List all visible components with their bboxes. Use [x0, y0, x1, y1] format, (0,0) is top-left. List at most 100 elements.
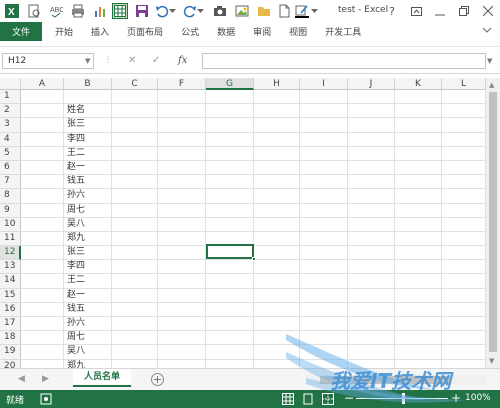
cell[interactable] — [442, 231, 486, 247]
cell[interactable]: 郑九 — [64, 359, 112, 368]
cell[interactable]: 赵一 — [64, 288, 112, 303]
cell[interactable] — [254, 90, 300, 105]
column-header[interactable]: L — [442, 78, 486, 90]
cell[interactable] — [348, 231, 395, 247]
cell[interactable] — [158, 246, 206, 261]
cell[interactable] — [112, 175, 158, 190]
cell[interactable] — [206, 246, 254, 261]
cell[interactable] — [112, 260, 158, 275]
cell[interactable] — [348, 160, 395, 176]
border-draw-icon[interactable] — [294, 3, 310, 19]
cell[interactable]: 李四 — [64, 260, 112, 275]
cell[interactable] — [206, 146, 254, 161]
expand-formula-bar-icon[interactable]: ▼ — [487, 57, 492, 65]
cell[interactable] — [112, 189, 158, 204]
cell[interactable]: 钱五 — [64, 302, 112, 317]
cell[interactable] — [21, 274, 64, 289]
spelling-icon[interactable]: ABC — [48, 3, 64, 19]
worksheet-grid[interactable]: A B C F G H I J K L 1 2 姓名 3 张三 4 李四 5 王二 6 赵一 7 钱五 8… — [0, 78, 486, 368]
cell[interactable] — [395, 246, 442, 261]
cell[interactable] — [112, 217, 158, 232]
cell[interactable] — [158, 274, 206, 289]
cell[interactable] — [21, 118, 64, 133]
new-file-icon[interactable] — [276, 3, 292, 19]
cell[interactable] — [158, 118, 206, 133]
cell[interactable] — [395, 302, 442, 317]
cell[interactable] — [112, 274, 158, 289]
cell[interactable] — [158, 359, 206, 368]
cell[interactable] — [206, 274, 254, 289]
cell[interactable] — [254, 217, 300, 232]
select-all-corner[interactable] — [0, 78, 21, 90]
cell[interactable] — [254, 146, 300, 161]
cell[interactable] — [442, 132, 486, 147]
cell[interactable] — [158, 331, 206, 346]
column-header[interactable]: J — [348, 78, 395, 90]
cell[interactable] — [112, 104, 158, 119]
cell[interactable] — [442, 317, 486, 332]
cell[interactable]: 吴八 — [64, 345, 112, 360]
cell[interactable] — [206, 231, 254, 247]
column-header[interactable]: H — [254, 78, 300, 90]
row-header[interactable]: 10 — [0, 217, 21, 232]
cell[interactable] — [442, 118, 486, 133]
zoom-slider-knob[interactable] — [402, 393, 405, 404]
image-icon[interactable] — [234, 3, 250, 19]
cell[interactable] — [300, 189, 348, 204]
cell[interactable] — [348, 217, 395, 232]
cell[interactable] — [206, 203, 254, 218]
cell[interactable] — [158, 317, 206, 332]
cell[interactable] — [442, 331, 486, 346]
cell[interactable] — [206, 132, 254, 147]
cell[interactable] — [112, 160, 158, 176]
cell[interactable]: 孙六 — [64, 317, 112, 332]
help-icon[interactable]: ? — [380, 0, 404, 22]
cell[interactable] — [395, 189, 442, 204]
row-header[interactable]: 12 — [0, 246, 21, 261]
row-header[interactable]: 15 — [0, 288, 21, 303]
cell[interactable] — [158, 231, 206, 247]
cell[interactable] — [348, 90, 395, 105]
cell[interactable] — [206, 302, 254, 317]
cell[interactable] — [206, 288, 254, 303]
cell[interactable] — [442, 359, 486, 368]
print-preview-icon[interactable] — [26, 3, 42, 19]
cancel-formula-button[interactable]: ✕ — [128, 53, 136, 69]
cell[interactable] — [254, 132, 300, 147]
cell[interactable] — [442, 90, 486, 105]
cell[interactable] — [395, 132, 442, 147]
row-header[interactable]: 13 — [0, 260, 21, 275]
cell[interactable] — [112, 302, 158, 317]
row-header[interactable]: 3 — [0, 118, 21, 133]
cell[interactable] — [300, 132, 348, 147]
column-header[interactable]: B — [64, 78, 112, 90]
cell[interactable] — [206, 317, 254, 332]
cell[interactable] — [254, 175, 300, 190]
cell[interactable] — [300, 345, 348, 360]
cell[interactable] — [254, 231, 300, 247]
cell[interactable] — [21, 160, 64, 176]
cell[interactable] — [395, 203, 442, 218]
tab-developer[interactable]: 开发工具 — [316, 22, 370, 41]
prev-sheet-icon[interactable]: ◀ — [18, 374, 25, 384]
cell[interactable] — [348, 203, 395, 218]
cell[interactable] — [395, 231, 442, 247]
page-break-view-icon[interactable] — [322, 393, 334, 405]
cell[interactable]: 周七 — [64, 203, 112, 218]
undo-dropdown-icon[interactable] — [168, 3, 176, 19]
cell[interactable] — [395, 217, 442, 232]
minimize-icon[interactable] — [428, 0, 452, 22]
cell[interactable] — [254, 203, 300, 218]
cell[interactable] — [21, 104, 64, 119]
column-header[interactable]: K — [395, 78, 442, 90]
cell[interactable] — [395, 345, 442, 360]
cell[interactable] — [64, 90, 112, 105]
chart-icon[interactable] — [92, 3, 108, 19]
cell[interactable] — [21, 331, 64, 346]
cell[interactable]: 孙六 — [64, 189, 112, 204]
cell[interactable] — [300, 146, 348, 161]
cell[interactable] — [158, 288, 206, 303]
cell[interactable] — [206, 260, 254, 275]
cell[interactable] — [442, 217, 486, 232]
cell[interactable]: 郑九 — [64, 231, 112, 247]
